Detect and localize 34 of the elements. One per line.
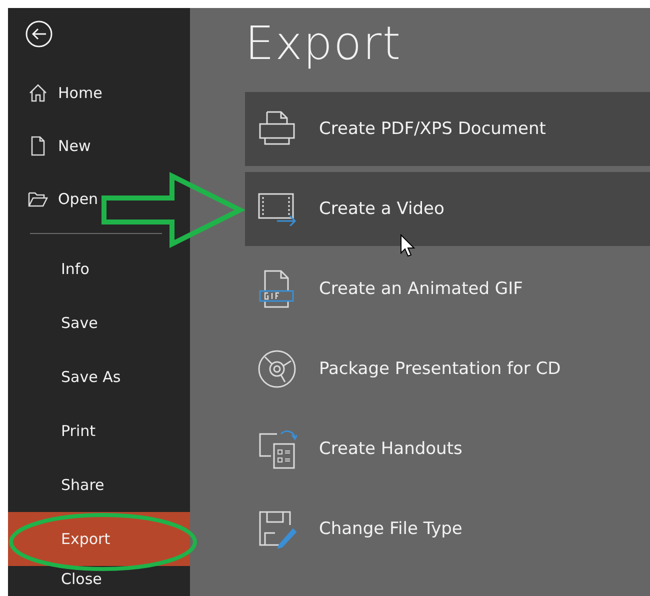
menu-item[interactable]: Close [8,566,190,592]
page-title: Export [245,16,403,70]
menu-item-label: Open [58,190,98,208]
menu-item[interactable]: Save [8,296,190,350]
menu-item-label: Home [58,84,102,102]
save-edit-icon [257,509,297,549]
option-label: Package Presentation for CD [319,359,561,379]
option-label: Create Handouts [319,439,462,459]
export-option[interactable]: Create PDF/XPS Document [245,92,650,166]
menu-item[interactable]: Open [8,172,190,225]
export-option[interactable]: Create Handouts [245,412,650,486]
home-icon [28,82,48,102]
option-label: Create a Video [319,199,444,219]
export-option[interactable]: Package Presentation for CD [245,332,650,406]
mouse-cursor-icon [400,234,416,257]
back-button[interactable] [25,20,53,48]
menu-item[interactable]: Print [8,404,190,458]
option-label: Create an Animated GIF [319,279,523,299]
menu-item[interactable]: Save As [8,350,190,404]
menu-item[interactable]: Info [8,242,190,296]
menu-item[interactable]: Share [8,458,190,512]
menu-item-label: New [58,136,91,154]
option-label: Create PDF/XPS Document [319,119,546,139]
video-export-icon [257,192,297,226]
menu-item[interactable]: New [8,119,190,172]
folder-icon [28,190,48,208]
option-label: Change File Type [319,519,462,539]
gif-file-icon [257,269,297,309]
export-option[interactable]: Change File Type [245,492,650,566]
export-option[interactable]: Create a Video [245,172,650,246]
menu-item[interactable]: Home [8,66,190,119]
disc-icon [257,349,297,389]
handouts-icon [257,428,297,470]
export-option[interactable]: Create an Animated GIF [245,252,650,326]
